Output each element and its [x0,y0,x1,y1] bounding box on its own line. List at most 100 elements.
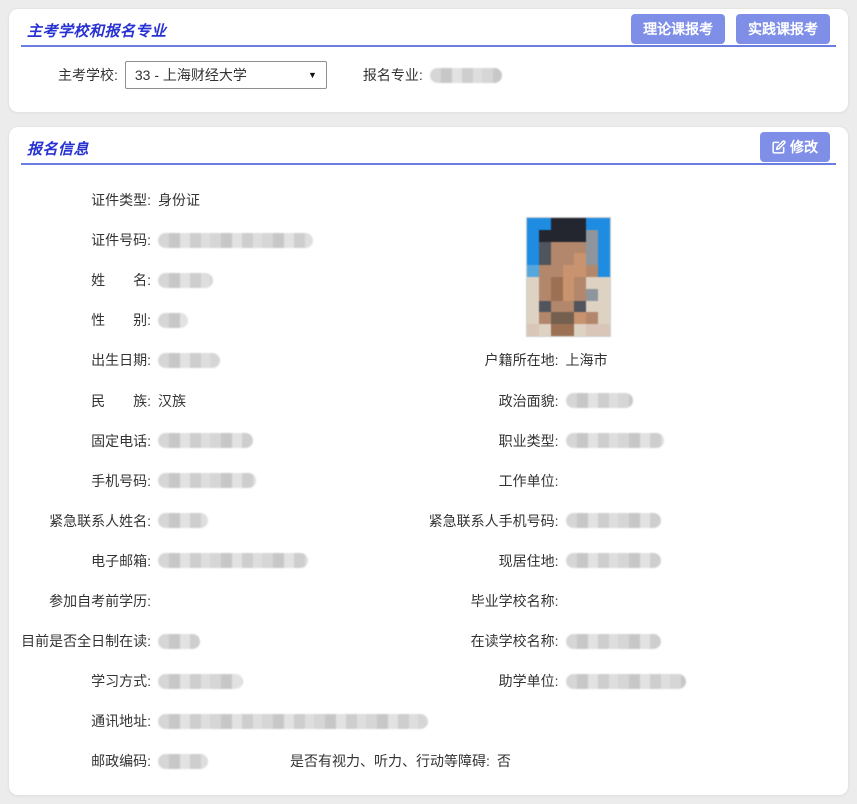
photo-pixel [551,230,563,242]
photo-pixel [563,218,575,230]
form-row: 姓 名: [9,260,848,300]
photo-pixel [574,218,586,230]
photo-pixel [551,301,563,313]
photo-pixel [563,242,575,254]
masked-value [158,513,208,528]
photo-pixel [551,277,563,289]
field-label: 紧急联系人手机号码: [429,511,559,531]
form-row: 学习方式:助学单位: [9,661,848,701]
field-label: 邮政编码: [21,751,151,771]
form-cell: 在读学校名称: [429,631,849,651]
photo-pixel [598,324,610,336]
school-select[interactable]: 33 - 上海财经大学 ▼ [125,61,327,89]
form-row: 出生日期:户籍所在地:上海市 [9,340,848,380]
form-cell: 证件号码: [9,230,429,250]
masked-value [158,473,256,488]
school-major-card: 主考学校和报名专业 理论课报考 实践课报考 主考学校: 33 - 上海财经大学 … [8,8,849,113]
photo-pixel [586,253,598,265]
field-label: 目前是否全日制在读: [21,631,151,651]
photo-pixel [598,301,610,313]
practice-course-register-button[interactable]: 实践课报考 [736,14,830,44]
form-row: 民 族:汉族政治面貌: [9,380,848,420]
form-cell: 证件类型:身份证 [9,190,429,210]
field-label: 民 族: [21,391,151,411]
photo-pixel [574,265,586,277]
photo-pixel [586,301,598,313]
photo-pixel [563,301,575,313]
form-cell: 姓 名: [9,270,429,290]
form-cell: 电子邮箱: [9,551,429,571]
major-masked-value [430,68,502,83]
photo-pixel [551,253,563,265]
photo-pixel [586,289,598,301]
photo-pixel [563,265,575,277]
form-cell: 民 族:汉族 [9,391,429,411]
photo-pixel [539,324,551,336]
form-cell: 政治面貌: [429,391,849,411]
form-cell: 紧急联系人姓名: [9,511,429,531]
form-row: 参加自考前学历:毕业学校名称: [9,581,848,621]
masked-value [566,393,633,408]
field-label: 助学单位: [429,671,559,691]
photo-pixel [539,218,551,230]
photo-pixel [574,324,586,336]
form-cell: 是否有视力、听力、行动等障碍:否 [290,751,511,771]
photo-pixel [527,242,539,254]
form-row: 目前是否全日制在读: 在读学校名称: [9,621,848,661]
masked-value [158,754,208,769]
photo-pixel [539,230,551,242]
photo-pixel [598,277,610,289]
masked-value [158,634,200,649]
field-label: 电子邮箱: [21,551,151,571]
masked-value [566,634,661,649]
photo-pixel [598,289,610,301]
theory-course-register-button[interactable]: 理论课报考 [631,14,725,44]
form-cell: 固定电话: [9,431,429,451]
info-card-header: 报名信息 修改 [9,127,848,163]
form-cell: 毕业学校名称: [429,591,849,611]
edit-icon [772,140,786,154]
masked-value [566,674,686,689]
id-photo [526,217,611,337]
masked-value [566,553,661,568]
field-label: 现居住地: [429,551,559,571]
photo-pixel [527,289,539,301]
photo-pixel [563,277,575,289]
photo-pixel [539,312,551,324]
photo-pixel [586,242,598,254]
photo-pixel [574,289,586,301]
photo-pixel [586,312,598,324]
form-row: 电子邮箱: 现居住地: [9,541,848,581]
photo-pixel [551,265,563,277]
photo-pixel [574,277,586,289]
major-label: 报名专业: [363,65,423,85]
chevron-down-icon: ▼ [308,70,317,80]
registration-form: 证件类型:身份证证件号码:姓 名:性 别:出生日期:户籍所在地:上海市民 族:汉… [9,165,848,781]
field-value: 身份证 [158,190,200,210]
masked-value [566,513,661,528]
masked-value [158,353,220,368]
form-cell: 工作单位: [429,471,849,491]
photo-pixel [574,312,586,324]
photo-pixel [563,312,575,324]
edit-button[interactable]: 修改 [760,132,830,162]
divider [21,45,836,47]
masked-value [158,674,243,689]
masked-value [158,433,253,448]
photo-pixel [574,242,586,254]
photo-pixel [586,265,598,277]
photo-pixel [527,230,539,242]
form-row: 性 别: [9,300,848,340]
photo-pixel [539,253,551,265]
form-cell: 户籍所在地:上海市 [429,350,849,370]
photo-pixel [551,242,563,254]
photo-pixel [551,324,563,336]
photo-pixel [563,253,575,265]
photo-pixel [598,230,610,242]
school-select-value: 33 - 上海财经大学 [135,65,247,85]
masked-value [566,433,664,448]
edit-button-label: 修改 [790,137,818,157]
school-card-header: 主考学校和报名专业 理论课报考 实践课报考 [9,9,848,45]
field-label: 固定电话: [21,431,151,451]
photo-pixel [527,312,539,324]
